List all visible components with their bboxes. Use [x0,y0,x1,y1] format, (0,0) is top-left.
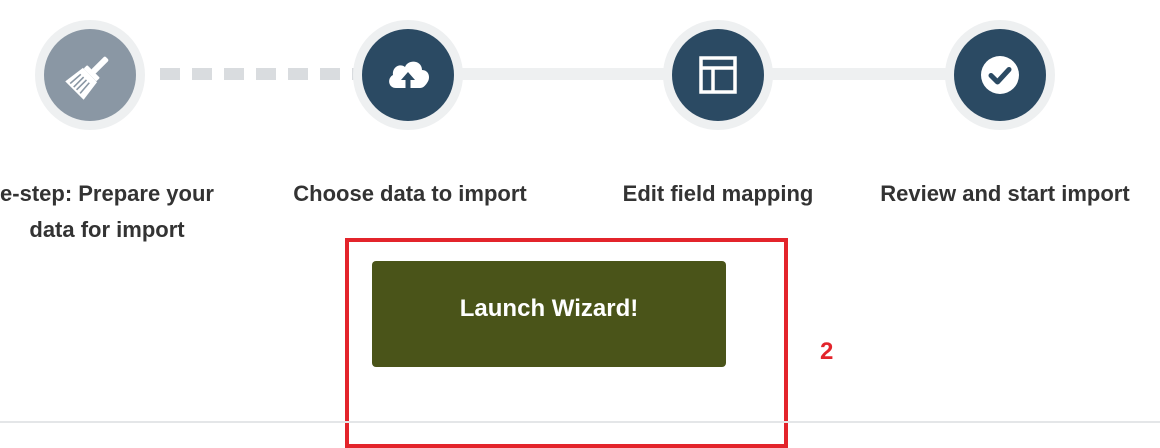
step-1-label: e-step: Prepare your data for import [0,176,222,248]
step-1-label-line1: e-step: Prepare your [0,181,214,206]
step-3-icon-wrap [672,29,764,121]
step-4-icon-wrap [954,29,1046,121]
cloud-upload-icon [389,61,430,90]
import-wizard: e-step: Prepare your data for import Cho… [0,0,1160,448]
broom-icon [65,56,109,100]
step-2-icon-wrap [362,29,454,121]
step-1-label-line2: data for import [29,217,185,242]
check-circle-icon [981,56,1019,94]
layout-icon [699,56,737,94]
annotation-number: 2 [820,338,834,365]
step-connector [760,68,960,80]
step-4-circle [945,20,1055,130]
step-3-circle [663,20,773,130]
step-3-label: Edit field mapping [622,181,814,206]
launch-wizard-button[interactable]: Launch Wizard! [372,261,726,367]
step-1-circle [35,20,145,130]
step-connector-dashed [160,68,365,80]
step-1-icon-wrap [44,29,136,121]
step-4-label: Review and start import [880,181,1130,206]
divider [0,421,1160,423]
step-connector [455,68,675,80]
step-2-label: Choose data to import [293,181,527,206]
step-2-circle [353,20,463,130]
